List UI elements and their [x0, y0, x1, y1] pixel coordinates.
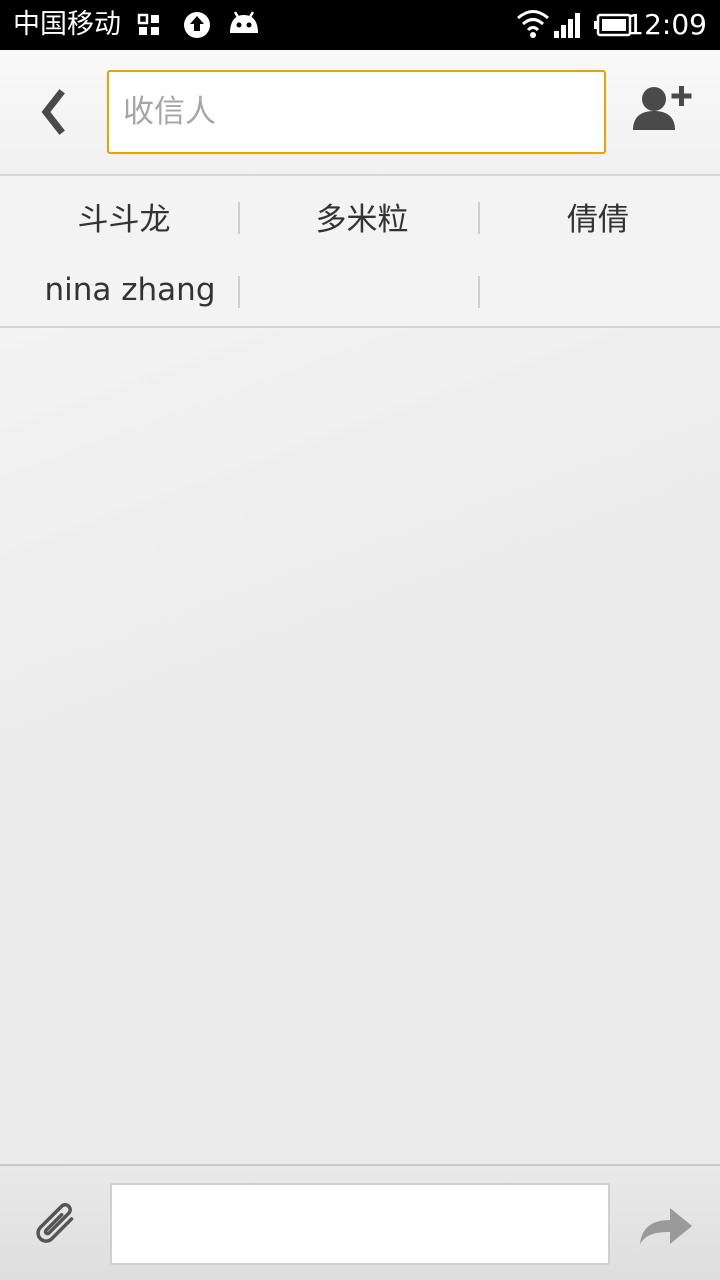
suggestion-row: 斗斗龙 多米粒 倩倩 — [0, 180, 720, 252]
add-contact-icon — [633, 86, 692, 130]
wifi-icon — [517, 10, 549, 38]
contact-suggestion[interactable]: nina zhang — [10, 254, 250, 326]
conversation-area — [0, 328, 720, 1164]
upload-icon — [184, 12, 210, 38]
recipient-input[interactable] — [107, 70, 606, 154]
chevron-left-icon — [41, 89, 65, 135]
send-arrow-icon — [640, 1208, 692, 1244]
compose-message-screen: 中国移动 12:09 收信人 斗斗龙 多米粒 倩倩 nina zhang — [0, 0, 720, 1280]
android-icon — [230, 11, 258, 33]
attach-button[interactable] — [26, 1196, 86, 1256]
signal-icon — [554, 13, 580, 38]
paperclip-icon — [36, 1203, 74, 1243]
carrier-label: 中国移动 — [13, 9, 121, 40]
contact-suggestion[interactable]: 多米粒 — [242, 180, 482, 252]
send-button[interactable] — [636, 1196, 696, 1256]
recent-contacts-grid: 斗斗龙 多米粒 倩倩 nina zhang — [0, 176, 720, 326]
contact-suggestion[interactable]: 倩倩 — [478, 180, 718, 252]
message-input[interactable] — [110, 1183, 610, 1265]
apps-icon — [137, 13, 159, 35]
compose-bar — [0, 1164, 720, 1280]
column-divider — [238, 276, 240, 308]
column-divider — [238, 202, 240, 234]
contact-suggestion[interactable]: 斗斗龙 — [4, 180, 244, 252]
contact-suggestion[interactable] — [242, 254, 482, 326]
status-bar: 中国移动 12:09 — [0, 0, 720, 50]
clock: 12:09 — [626, 8, 707, 41]
contact-suggestion[interactable] — [478, 254, 718, 326]
header-bar — [0, 50, 720, 174]
add-contact-button[interactable] — [624, 80, 700, 144]
suggestion-row: nina zhang — [0, 254, 720, 326]
back-button[interactable] — [22, 78, 86, 146]
